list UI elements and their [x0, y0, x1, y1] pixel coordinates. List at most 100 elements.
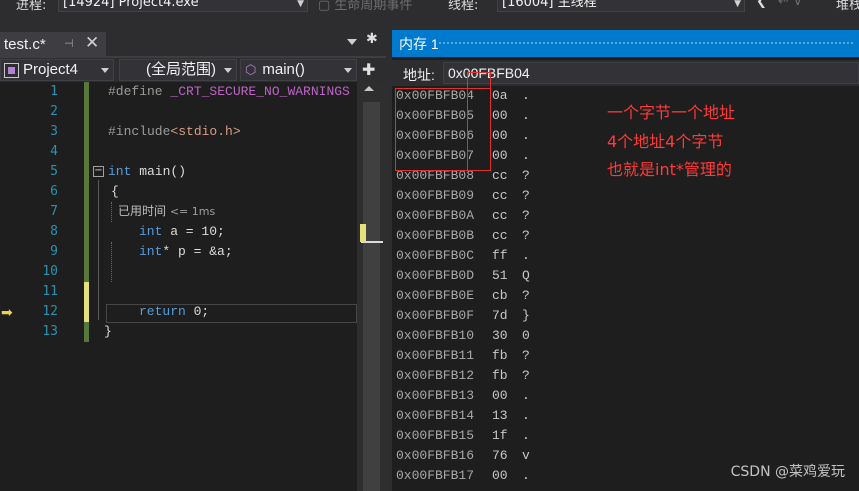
annotation-byte-box — [467, 72, 491, 171]
memory-row[interactable]: 0x00FBFB0C ff. — [392, 246, 859, 266]
stack-frame-label: 堆栈 — [836, 0, 859, 13]
memory-byte-hex: fb — [492, 368, 508, 383]
memory-byte-hex: 0a — [492, 88, 508, 103]
memory-address: 0x00FBFB09 — [396, 188, 475, 203]
memory-address: 0x00FBFB12 — [396, 368, 475, 383]
memory-address: 0x00FBFB0A — [396, 208, 475, 223]
memory-address: 0x00FBFB0C — [396, 248, 475, 263]
memory-address: 0x00FBFB13 — [396, 388, 475, 403]
line-number: 2 — [50, 104, 58, 119]
tab-test-c[interactable]: test.c* ⊣ ✕ — [0, 32, 106, 56]
code-line: 5 int main() — [0, 162, 386, 182]
scroll-up-icon[interactable] — [364, 86, 374, 91]
memory-byte-char: Q — [522, 268, 530, 283]
code-area[interactable]: − ➡ 1 #define _CRT_SECURE_NO_WARNINGS 2 … — [0, 82, 386, 491]
line-number: 10 — [42, 264, 58, 279]
stack-frame-icon[interactable]: ⇠ ∨ — [778, 0, 803, 9]
line-number: 8 — [50, 224, 58, 239]
memory-byte-hex: 00 — [492, 388, 508, 403]
project-icon — [4, 63, 19, 78]
chevron-down-icon — [224, 68, 232, 73]
gear-icon[interactable]: ✱ — [366, 31, 378, 47]
memory-row[interactable]: 0x00FBFB0B cc? — [392, 226, 859, 246]
address-bar: 地址: 0x00FBFB04 — [392, 60, 859, 86]
close-icon[interactable]: ✕ — [85, 33, 99, 53]
line-number: 9 — [50, 244, 58, 259]
code-line: 2 — [0, 102, 386, 122]
code-line: 11 — [0, 282, 386, 302]
back-icon[interactable]: ❮ — [756, 0, 767, 9]
lifecycle-events-button[interactable]: ▢ 生命周期事件 — [318, 0, 412, 13]
memory-row[interactable]: 0x00FBFB15 1f. — [392, 426, 859, 446]
memory-window-titlebar[interactable]: 内存 1 — [392, 30, 859, 57]
memory-address: 0x00FBFB0E — [396, 288, 475, 303]
process-dropdown[interactable]: [14924] Project4.exe ▼ — [58, 0, 308, 12]
line-number: 12 — [42, 304, 58, 319]
memory-address: 0x00FBFB0D — [396, 268, 475, 283]
keyword: int — [139, 224, 163, 239]
memory-byte-char: . — [522, 148, 530, 163]
memory-address: 0x00FBFB17 — [396, 468, 475, 483]
memory-row[interactable]: 0x00FBFB0F 7d} — [392, 306, 859, 326]
memory-row[interactable]: 0x00FBFB14 13. — [392, 406, 859, 426]
split-window-icon[interactable]: ✚ — [362, 60, 375, 79]
scrollbar-caret-marker — [361, 241, 383, 243]
memory-byte-char: . — [522, 408, 530, 423]
chevron-down-icon: ▼ — [297, 0, 304, 9]
project-dropdown[interactable]: Project4 — [0, 59, 114, 81]
perf-tip[interactable]: 已用时间 <= 1ms — [118, 202, 215, 219]
memory-byte-char: ? — [522, 368, 530, 383]
memory-byte-hex: 51 — [492, 268, 508, 283]
scope-name: (全局范围) — [146, 61, 216, 78]
memory-byte-hex: 00 — [492, 128, 508, 143]
memory-byte-hex: cb — [492, 288, 508, 303]
titlebar-grip — [438, 41, 853, 46]
scrollbar-thumb[interactable] — [363, 102, 380, 491]
memory-row[interactable]: 0x00FBFB0A cc? — [392, 206, 859, 226]
preprocessor-directive: #include — [108, 124, 171, 139]
memory-byte-hex: cc — [492, 188, 508, 203]
memory-byte-char: . — [522, 248, 530, 263]
memory-row[interactable]: 0x00FBFB10 30 0 — [392, 326, 859, 346]
memory-window-title: 内存 1 — [399, 36, 439, 52]
memory-byte-hex: 76 — [492, 448, 508, 463]
code-text: int a = 10; — [139, 224, 225, 239]
memory-address: 0x00FBFB11 — [396, 348, 475, 363]
scope-dropdown[interactable]: (全局范围) — [119, 59, 237, 81]
watermark: CSDN @菜鸡爱玩 — [730, 464, 845, 480]
thread-dropdown[interactable]: [16004] 主线程 ▼ — [497, 0, 745, 12]
address-input[interactable]: 0x00FBFB04 — [443, 62, 859, 84]
code-text: } — [104, 324, 112, 339]
memory-byte-char: ? — [522, 288, 530, 303]
memory-byte-hex: cc — [492, 228, 508, 243]
memory-row[interactable]: 0x00FBFB0E cb? — [392, 286, 859, 306]
memory-row[interactable]: 0x00FBFB0D 51 Q — [392, 266, 859, 286]
memory-byte-char: . — [522, 88, 530, 103]
memory-row[interactable]: 0x00FBFB09 cc? — [392, 186, 859, 206]
memory-address: 0x00FBFB0B — [396, 228, 475, 243]
code-line: 8 int a = 10; — [0, 222, 386, 242]
memory-byte-char: ? — [522, 348, 530, 363]
memory-byte-char: 0 — [522, 328, 530, 343]
annotation-line: 4个地址4个字节 — [607, 132, 724, 151]
memory-row[interactable]: 0x00FBFB13 00. — [392, 386, 859, 406]
address-label: 地址: — [403, 67, 435, 83]
memory-byte-char: . — [522, 468, 530, 483]
memory-byte-hex: 00 — [492, 148, 508, 163]
code-line: 4 — [0, 142, 386, 162]
line-number: 5 — [50, 164, 58, 179]
pin-icon[interactable]: ⊣ — [64, 37, 74, 50]
line-number: 13 — [42, 324, 58, 339]
function-dropdown[interactable]: ⬡ main() — [240, 59, 357, 81]
memory-row[interactable]: 0x00FBFB11 fb? — [392, 346, 859, 366]
line-number: 11 — [42, 284, 58, 299]
function-cube-icon: ⬡ — [245, 62, 257, 77]
keyword: int — [108, 164, 132, 179]
memory-byte-char: . — [522, 128, 530, 143]
keyword: return — [139, 304, 186, 319]
tab-list-dropdown-icon[interactable] — [347, 39, 357, 45]
memory-top-strip — [392, 14, 859, 30]
code-text: return 0; — [139, 304, 210, 319]
memory-row[interactable]: 0x00FBFB12 fb? — [392, 366, 859, 386]
memory-byte-hex: 30 — [492, 328, 508, 343]
